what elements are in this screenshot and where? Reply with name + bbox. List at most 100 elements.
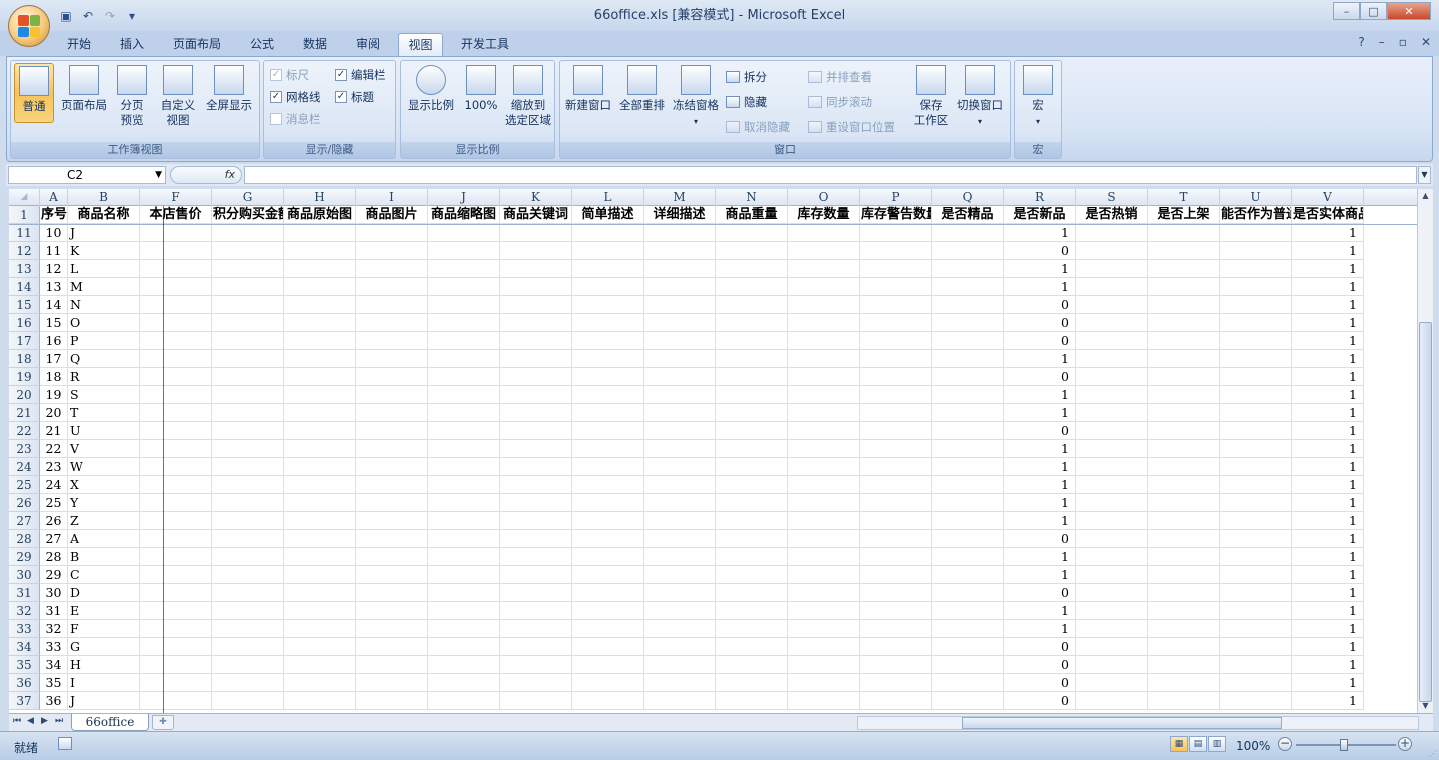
cell[interactable] [284,422,356,440]
cell[interactable] [572,260,644,278]
cell[interactable] [428,242,500,260]
undo-icon[interactable]: ↶ [78,7,98,25]
cell[interactable]: W [68,458,140,476]
cell[interactable]: 1 [1292,476,1364,494]
cell[interactable] [356,494,428,512]
cell[interactable] [860,242,932,260]
cell[interactable] [644,422,716,440]
cell[interactable] [1076,602,1148,620]
cell[interactable] [644,386,716,404]
zoom-out-icon[interactable]: − [1278,737,1292,751]
cell[interactable] [932,440,1004,458]
cell[interactable] [1076,692,1148,710]
cell[interactable]: J [68,692,140,710]
cell[interactable] [428,566,500,584]
row-header[interactable]: 27 [9,512,40,530]
first-sheet-icon[interactable]: ⏮ [13,716,21,726]
cell[interactable] [428,494,500,512]
cell[interactable] [1148,584,1220,602]
cell[interactable] [572,548,644,566]
cell[interactable] [356,638,428,656]
cell[interactable]: 1 [1292,638,1364,656]
cell[interactable]: 13 [40,278,68,296]
cell[interactable] [212,242,284,260]
cell[interactable] [1148,296,1220,314]
cell[interactable] [140,656,212,674]
message-bar-checkbox[interactable]: 消息栏 [270,110,321,128]
cell[interactable] [428,404,500,422]
cell[interactable] [572,296,644,314]
cell[interactable]: U [68,422,140,440]
redo-icon[interactable]: ↷ [100,7,120,25]
formula-bar-checkbox[interactable]: ✓ 编辑栏 [335,66,386,84]
cell[interactable] [284,224,356,242]
cell[interactable]: 1 [1292,422,1364,440]
cell[interactable] [284,548,356,566]
cell[interactable] [1076,314,1148,332]
cell[interactable]: 1 [1004,350,1076,368]
cell[interactable] [356,602,428,620]
cell[interactable] [1148,602,1220,620]
cell[interactable] [1076,638,1148,656]
cell[interactable] [932,476,1004,494]
page-layout-view-icon[interactable]: ▤ [1189,736,1207,752]
row-header[interactable]: 20 [9,386,40,404]
row-header[interactable]: 1 [9,206,40,224]
cell[interactable] [1076,476,1148,494]
cell[interactable] [1076,548,1148,566]
gridlines-checkbox[interactable]: ✓ 网格线 [270,88,321,106]
cell[interactable]: 28 [40,548,68,566]
cell[interactable] [212,692,284,710]
cell[interactable]: 0 [1004,656,1076,674]
cell[interactable] [860,566,932,584]
cell[interactable] [1220,638,1292,656]
cell[interactable]: 1 [1292,314,1364,332]
cell[interactable]: 36 [40,692,68,710]
cell[interactable] [932,530,1004,548]
cell[interactable]: 10 [40,224,68,242]
cell[interactable] [212,314,284,332]
cell[interactable] [212,332,284,350]
cell[interactable]: 21 [40,422,68,440]
column-header-k[interactable]: K [500,189,572,206]
cell[interactable] [716,602,788,620]
zoom-to-selection-button[interactable]: 缩放到 选定区域 [503,63,553,128]
cell[interactable] [356,548,428,566]
cell[interactable] [356,530,428,548]
cell[interactable]: 0 [1004,584,1076,602]
cell[interactable] [500,530,572,548]
tab-review[interactable]: 审阅 [347,33,389,56]
cell[interactable] [500,620,572,638]
cell[interactable]: Y [68,494,140,512]
cell[interactable]: E [68,602,140,620]
cell[interactable] [140,512,212,530]
cell[interactable] [644,242,716,260]
cell[interactable] [788,404,860,422]
cell[interactable] [428,422,500,440]
cell[interactable] [644,656,716,674]
ribbon-close-icon[interactable]: ✕ [1421,35,1431,49]
cell[interactable]: 是否精品 [932,206,1004,224]
sheet-tab-66office[interactable]: 66office [71,714,149,731]
cell[interactable] [284,368,356,386]
ruler-checkbox[interactable]: ✓ 标尺 [270,66,309,84]
cell[interactable] [284,566,356,584]
zoom-slider[interactable]: − + [1278,736,1414,754]
cell[interactable] [644,620,716,638]
ribbon-restore-icon[interactable]: ▫ [1399,35,1407,49]
cell[interactable] [356,620,428,638]
cell[interactable]: 24 [40,476,68,494]
row-header[interactable]: 23 [9,440,40,458]
cell[interactable] [284,332,356,350]
row-header[interactable]: 36 [9,674,40,692]
insert-sheet-icon[interactable]: ✚ [152,715,174,730]
row-header[interactable]: 21 [9,404,40,422]
cell[interactable] [788,548,860,566]
cell[interactable]: 19 [40,386,68,404]
cell[interactable] [572,584,644,602]
split-button[interactable]: 拆分 [726,68,767,86]
cell[interactable] [788,476,860,494]
cell[interactable] [1220,278,1292,296]
cell[interactable] [860,296,932,314]
tab-formulas[interactable]: 公式 [241,33,283,56]
